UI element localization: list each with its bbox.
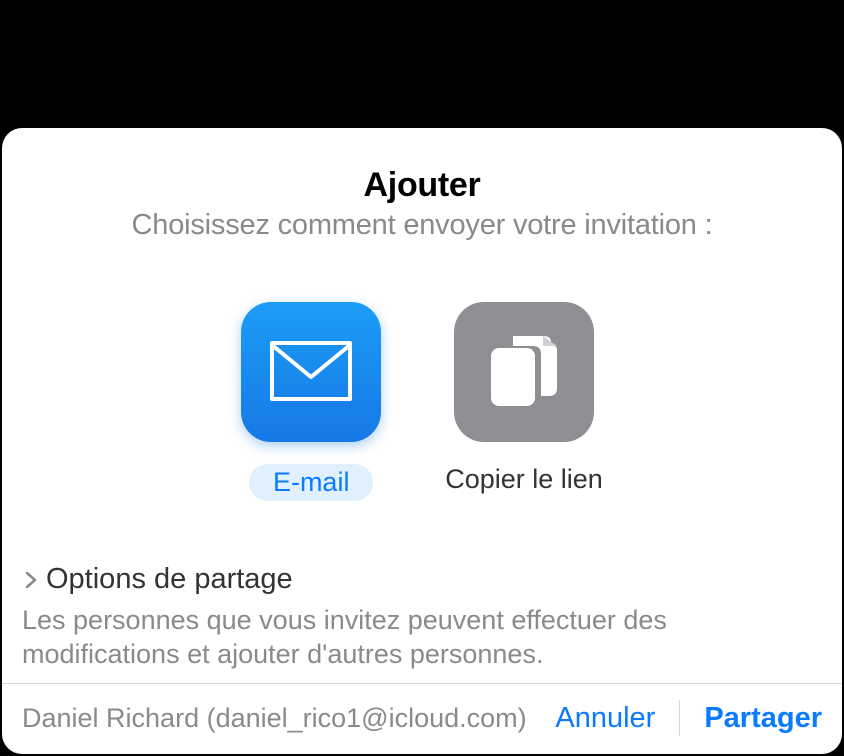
copy-icon xyxy=(454,302,594,442)
sharing-options-description: Les personnes que vous invitez peuvent e… xyxy=(22,604,822,672)
sharing-options-toggle[interactable]: Options de partage xyxy=(22,563,822,596)
dialog-title: Ajouter xyxy=(2,166,842,205)
send-options: E-mail Copier le lien xyxy=(2,302,842,501)
sharing-options-label: Options de partage xyxy=(46,563,293,596)
copy-link-option-label: Copier le lien xyxy=(445,464,603,495)
dialog-header: Ajouter Choisissez comment envoyer votre… xyxy=(2,128,842,242)
user-identity: Daniel Richard (daniel_rico1@icloud.com) xyxy=(22,703,531,734)
sharing-options-section: Options de partage Les personnes que vou… xyxy=(2,563,842,672)
footer-buttons: Annuler Partager xyxy=(531,700,822,736)
chevron-right-icon xyxy=(22,571,40,589)
cancel-button[interactable]: Annuler xyxy=(531,702,679,735)
share-dialog: Ajouter Choisissez comment envoyer votre… xyxy=(2,128,842,754)
mail-icon xyxy=(241,302,381,442)
email-option-label: E-mail xyxy=(249,464,374,501)
share-button[interactable]: Partager xyxy=(680,702,822,735)
dialog-footer: Daniel Richard (daniel_rico1@icloud.com)… xyxy=(2,683,842,754)
dialog-subtitle: Choisissez comment envoyer votre invitat… xyxy=(2,209,842,242)
email-option[interactable]: E-mail xyxy=(241,302,381,501)
copy-link-option[interactable]: Copier le lien xyxy=(445,302,603,501)
